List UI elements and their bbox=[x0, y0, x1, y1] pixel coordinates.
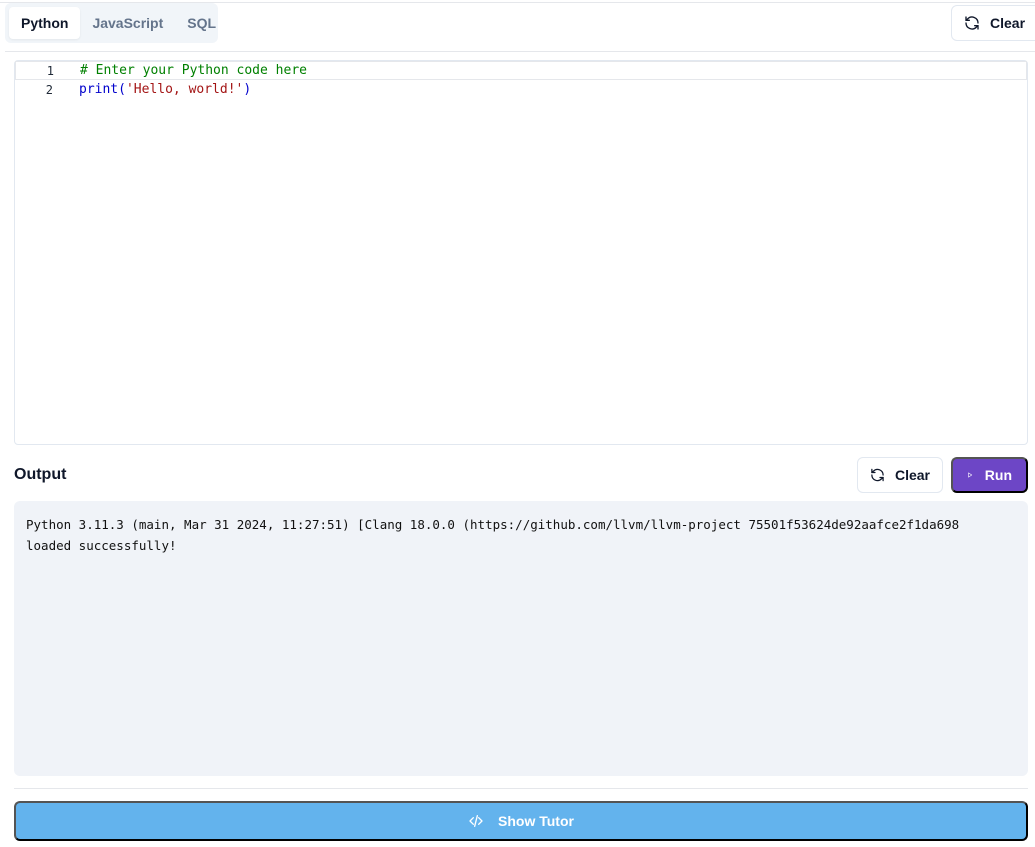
code-paren-close: ) bbox=[243, 82, 252, 97]
code-icon bbox=[469, 815, 483, 827]
line-content: # Enter your Python code here bbox=[80, 63, 307, 78]
output-title: Output bbox=[14, 466, 67, 483]
line-number: 2 bbox=[45, 82, 53, 97]
code-string: 'Hello, world!' bbox=[125, 82, 244, 97]
code-function: print bbox=[79, 82, 119, 97]
clear-editor-button[interactable]: Clear bbox=[951, 5, 1035, 41]
refresh-icon bbox=[871, 468, 884, 482]
show-tutor-label: Show Tutor bbox=[498, 813, 574, 829]
code-line-2[interactable]: 2 print('Hello, world!') bbox=[15, 80, 1027, 99]
output-console: Python 3.11.3 (main, Mar 31 2024, 11:27:… bbox=[14, 501, 1028, 776]
line-number: 1 bbox=[46, 63, 54, 78]
code-editor[interactable]: 1 # Enter your Python code here 2 print(… bbox=[14, 60, 1028, 445]
code-paren-open: ( bbox=[118, 82, 126, 97]
clear-output-label: Clear bbox=[894, 467, 930, 483]
show-tutor-button[interactable]: Show Tutor bbox=[14, 801, 1028, 841]
clear-editor-label: Clear bbox=[990, 15, 1026, 31]
tab-python[interactable]: Python bbox=[9, 7, 81, 39]
top-bar: Python JavaScript SQL Clear bbox=[0, 0, 1035, 50]
tab-sql[interactable]: SQL bbox=[175, 7, 228, 39]
language-tabs: Python JavaScript SQL bbox=[5, 3, 218, 43]
code-comment: # Enter your Python code here bbox=[80, 63, 307, 78]
clear-output-button[interactable]: Clear bbox=[857, 457, 943, 493]
refresh-icon bbox=[965, 16, 979, 30]
divider bbox=[14, 788, 1028, 789]
code-line-1[interactable]: 1 # Enter your Python code here bbox=[15, 61, 1027, 80]
run-label: Run bbox=[984, 467, 1012, 483]
line-content: print('Hello, world!') bbox=[79, 82, 251, 97]
tab-javascript[interactable]: JavaScript bbox=[80, 7, 175, 39]
run-button[interactable]: Run bbox=[951, 457, 1028, 493]
play-icon bbox=[968, 472, 973, 478]
